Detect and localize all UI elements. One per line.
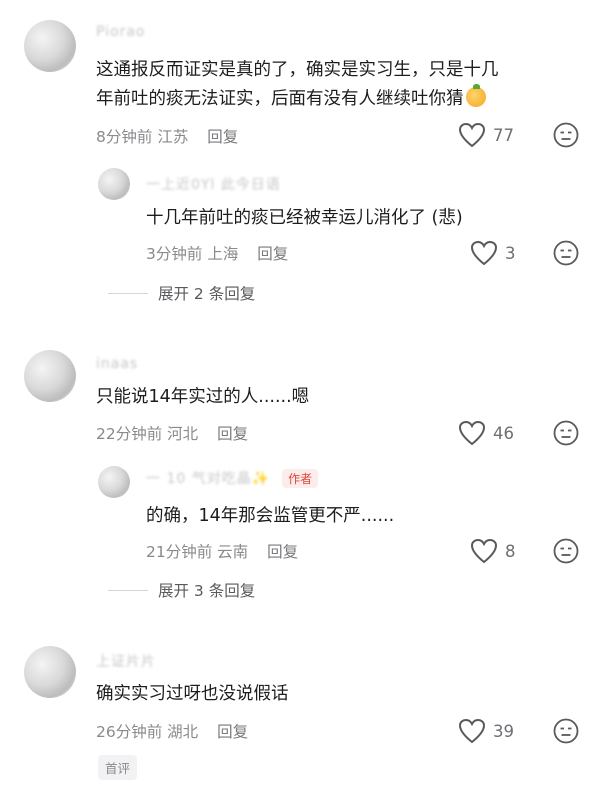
dislike-button[interactable] [553,538,579,564]
expand-replies-button[interactable]: 展开 3 条回复 [108,579,255,601]
reply-location: 上海 [207,245,239,263]
avatar[interactable] [24,646,76,698]
like-button[interactable]: 3 [470,240,516,266]
reply-time: 3分钟前 [146,245,203,263]
avatar[interactable] [98,168,130,200]
comment-text-line: 只能说14年实过的人......嗯 [96,387,310,407]
divider [108,589,148,591]
reply-time: 21分钟前 [146,543,213,561]
comment-text-line: 确实实习过呀也没说假话 [96,684,289,704]
author-badge: 作者 [282,468,319,488]
comment-time: 8分钟前 [96,128,153,146]
heart-outline-icon [470,538,498,564]
reply-username[interactable]: 一上近0Yl 此今日语 [146,174,281,194]
comment-text: 只能说14年实过的人......嗯 [96,383,309,412]
comment-meta: 22分钟前 河北 回复 [96,422,248,444]
reply-button[interactable]: 回复 [207,128,238,146]
orange-emoji-icon [465,84,486,107]
comment-text-line-with-emoji: 年前吐的痰无法证实，后面有没有人继续吐你猜 [96,84,499,114]
comment-text-line: 这通报反而证实是真的了，确实是实习生，只是十几 [96,60,499,80]
neutral-face-icon [553,420,579,446]
reply-button[interactable]: 回复 [267,543,298,561]
neutral-face-icon [553,718,579,744]
like-button[interactable]: 8 [470,538,516,564]
dislike-button[interactable] [553,240,579,266]
comment-username[interactable]: inaas [96,356,138,372]
heart-outline-icon [458,420,486,446]
reply-button[interactable]: 回复 [217,723,248,741]
heart-outline-icon [458,122,486,148]
neutral-face-icon [553,538,579,564]
comment-time: 26分钟前 [96,723,163,741]
like-button[interactable]: 46 [458,420,514,446]
comment-text: 这通报反而证实是真的了，确实是实习生，只是十几 年前吐的痰无法证实，后面有没有人… [96,56,499,114]
comment-meta: 26分钟前 湖北 回复 [96,720,248,742]
reply-username[interactable]: 一 10 气对吃晶✨ [146,468,270,488]
dislike-button[interactable] [553,420,579,446]
first-comment-badge: 首评 [98,755,138,780]
like-button[interactable]: 39 [458,718,514,744]
heart-outline-icon [470,240,498,266]
like-count: 3 [505,243,516,263]
like-count: 77 [493,125,514,145]
dislike-button[interactable] [553,718,579,744]
neutral-face-icon [553,240,579,266]
expand-replies-button[interactable]: 展开 2 条回复 [108,282,255,304]
neutral-face-icon [553,122,579,148]
divider [108,292,148,294]
like-count: 46 [493,423,514,443]
like-count: 8 [505,541,516,561]
heart-outline-icon [458,718,486,744]
expand-replies-label: 展开 3 条回复 [158,582,256,600]
comment-location: 湖北 [167,723,199,741]
comment-location: 河北 [167,425,199,443]
reply-button[interactable]: 回复 [217,425,248,443]
comment-username[interactable]: Piorao [96,24,146,40]
expand-replies-label: 展开 2 条回复 [158,285,256,303]
avatar[interactable] [98,466,130,498]
avatar[interactable] [24,20,76,72]
comment-location: 江苏 [157,128,189,146]
avatar[interactable] [24,350,76,402]
reply-text: 十几年前吐的痰已经被幸运儿消化了 (悲) [146,208,463,228]
reply-meta: 3分钟前 上海 回复 [146,242,288,264]
comment-text: 确实实习过呀也没说假话 [96,680,289,709]
like-count: 39 [493,721,514,741]
comment-time: 22分钟前 [96,425,163,443]
like-button[interactable]: 77 [458,122,514,148]
comment-text-line: 年前吐的痰无法证实，后面有没有人继续吐你猜 [96,89,464,109]
reply-meta: 21分钟前 云南 回复 [146,540,298,562]
comment-meta: 8分钟前 江苏 回复 [96,125,238,147]
reply-text: 的确，14年那会监管更不严...... [146,506,395,526]
comment-username[interactable]: 上证片片 [96,651,156,671]
reply-button[interactable]: 回复 [257,245,288,263]
dislike-button[interactable] [553,122,579,148]
reply-header: 一 10 气对吃晶✨ 作者 [146,468,319,488]
reply-location: 云南 [217,543,249,561]
